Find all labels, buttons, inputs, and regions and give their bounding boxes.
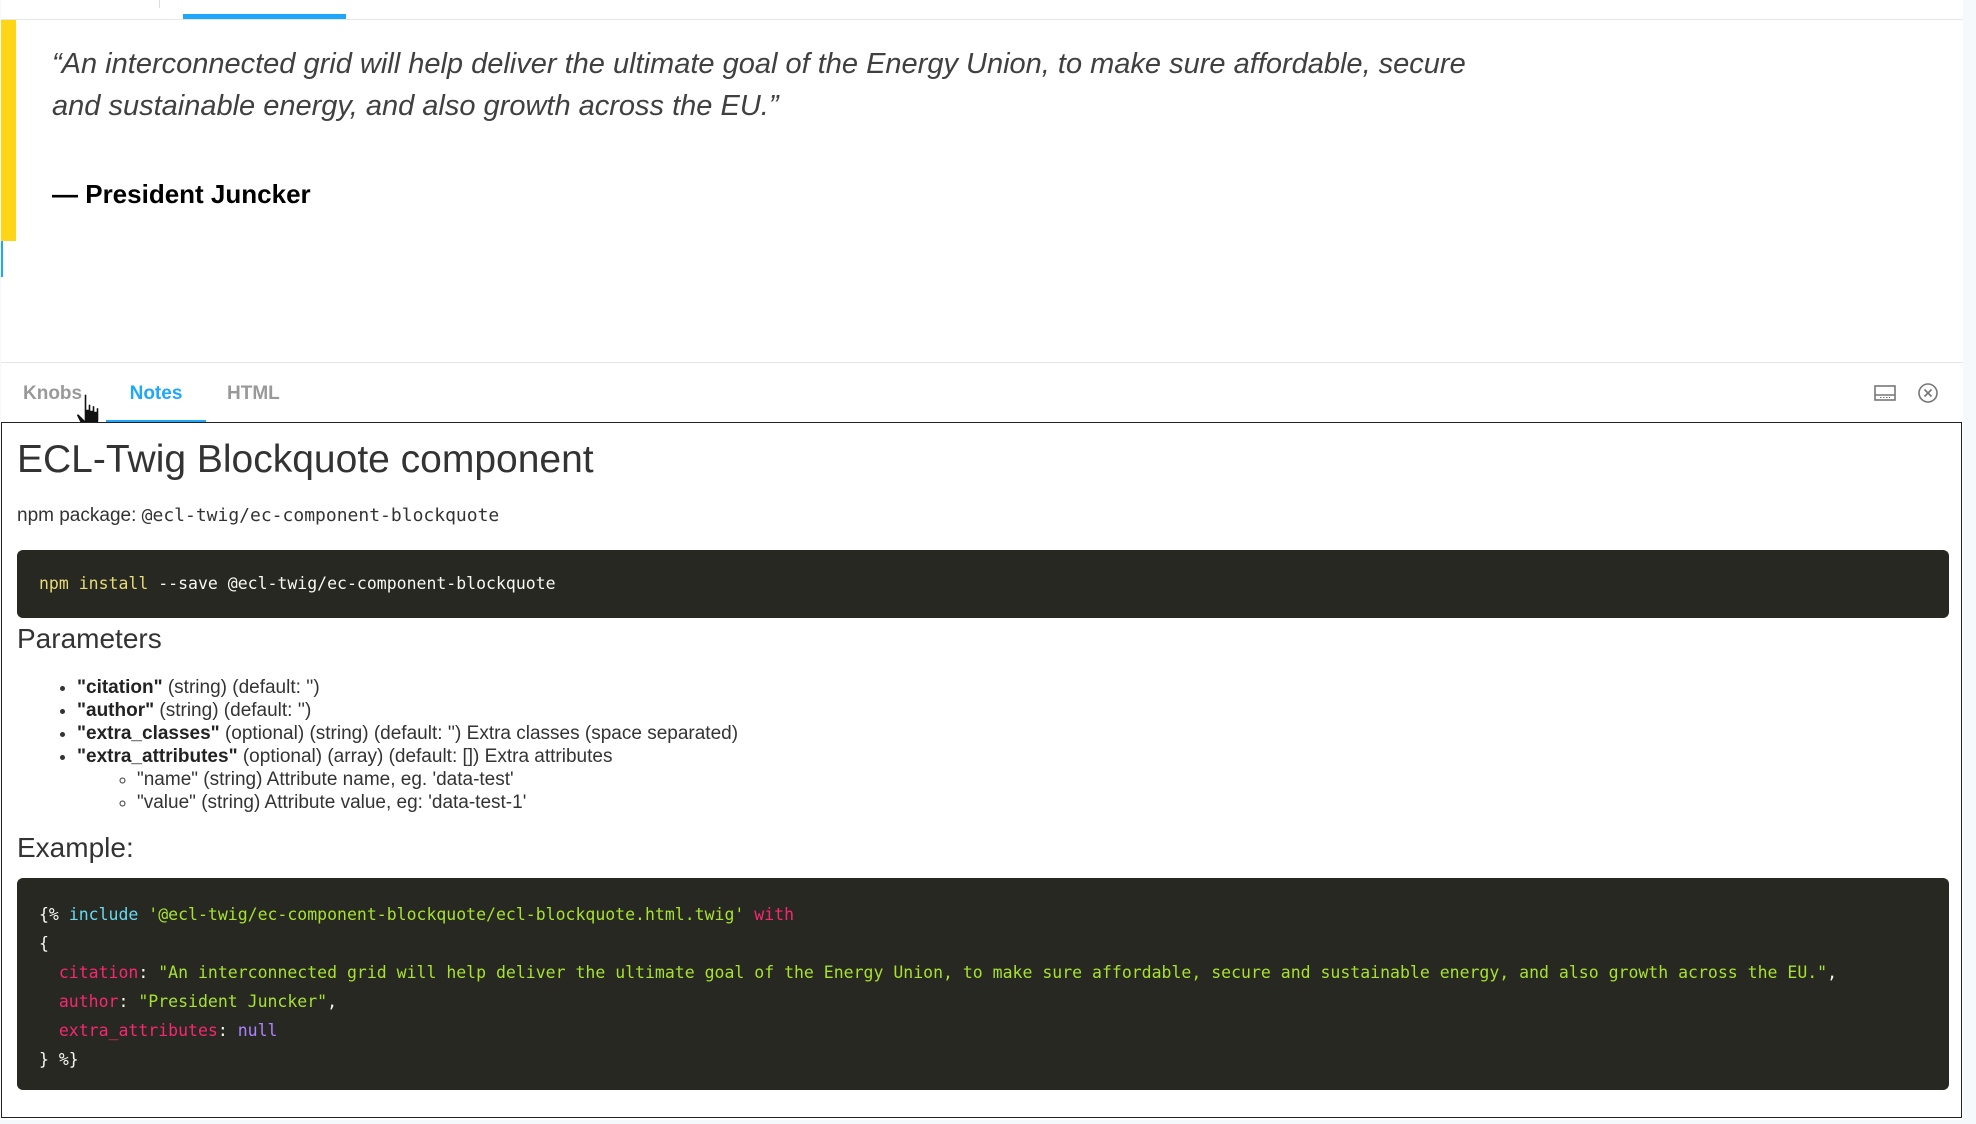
- notes-panel: ECL-Twig Blockquote component npm packag…: [1, 422, 1962, 1118]
- sub-list-item: "name" (string) Attribute name, eg. 'dat…: [137, 768, 738, 791]
- code-token-string: "President Juncker": [138, 992, 328, 1011]
- sub-list-item: "value" (string) Attribute value, eg: 'd…: [137, 791, 738, 814]
- code-token-include: include: [68, 905, 139, 924]
- blockquote-citation: “An interconnected grid will help delive…: [52, 48, 1466, 122]
- tab-notes[interactable]: Notes: [106, 363, 206, 423]
- param-name: "citation": [77, 677, 163, 698]
- code-token-key: author: [58, 992, 119, 1011]
- preview-toolbar: [1, 0, 1963, 20]
- component-preview: “An interconnected grid will help delive…: [1, 20, 1963, 362]
- code-line: } %}: [39, 1050, 79, 1069]
- list-item: "extra_classes" (optional) (string) (def…: [77, 722, 738, 745]
- install-code-block: npm install --save @ecl-twig/ec-componen…: [17, 550, 1949, 618]
- blockquote-accent-bar: [1, 20, 16, 241]
- param-desc: (string) (default: ''): [162, 677, 320, 698]
- code-line: {: [39, 934, 49, 953]
- code-token: {%: [39, 905, 59, 924]
- blockquote-author: — President Juncker: [52, 179, 311, 209]
- npm-package-line: npm package: @ecl-twig/ec-component-bloc…: [17, 505, 499, 527]
- addons-panel-tabs: Knobs Notes HTML: [1, 362, 1963, 430]
- param-name: "author": [77, 700, 155, 721]
- code-token-string: "An interconnected grid will help delive…: [158, 963, 1828, 982]
- sub-parameters-list: "name" (string) Attribute name, eg. 'dat…: [77, 768, 738, 814]
- install-command: npm install --save @ecl-twig/ec-componen…: [39, 574, 1927, 593]
- tab-notes-label: Notes: [129, 383, 183, 404]
- code-token-path: '@ecl-twig/ec-component-blockquote/ecl-b…: [148, 905, 745, 924]
- list-item: "author" (string) (default: ''): [77, 699, 738, 722]
- code-line: citation: "An interconnected grid will h…: [58, 963, 1838, 982]
- npm-package-label: npm package:: [17, 505, 137, 526]
- parameters-list: "citation" (string) (default: '') "autho…: [44, 676, 738, 814]
- code-token-install: install: [78, 574, 149, 593]
- active-story-indicator: [183, 14, 346, 19]
- focus-indicator: [1, 241, 3, 277]
- toolbar-divider: [159, 0, 160, 8]
- close-panel-button[interactable]: [1915, 380, 1941, 406]
- param-desc: (string) (default: ''): [154, 700, 312, 721]
- list-item: "citation" (string) (default: ''): [77, 676, 738, 699]
- code-token-with: with: [754, 905, 795, 924]
- param-name: "extra_attributes": [77, 746, 238, 767]
- window-scrollbar[interactable]: [1963, 0, 1976, 1124]
- param-desc: (optional) (array) (default: []) Extra a…: [237, 746, 613, 767]
- tab-html[interactable]: HTML: [227, 363, 280, 423]
- code-line: extra_attributes: null: [58, 1021, 278, 1040]
- panel-layout-button[interactable]: [1872, 380, 1898, 406]
- code-token-null: null: [237, 1021, 278, 1040]
- code-token-key: extra_attributes: [58, 1021, 218, 1040]
- parameters-heading: Parameters: [17, 623, 162, 654]
- code-line: author: "President Juncker",: [58, 992, 338, 1011]
- param-desc: (optional) (string) (default: '') Extra …: [219, 723, 739, 744]
- notes-title: ECL-Twig Blockquote component: [17, 438, 594, 481]
- list-item: "extra_attributes" (optional) (array) (d…: [77, 745, 738, 814]
- param-name: "extra_classes": [77, 723, 220, 744]
- example-code-block: {% include '@ecl-twig/ec-component-block…: [17, 878, 1949, 1090]
- example-heading: Example:: [17, 832, 134, 863]
- code-token-npm: npm: [39, 574, 69, 593]
- storybook-frame: “An interconnected grid will help delive…: [1, 0, 1963, 1120]
- close-circle-icon: [1918, 383, 1938, 403]
- npm-package-name: @ecl-twig/ec-component-blockquote: [141, 505, 500, 526]
- tab-knobs[interactable]: Knobs: [23, 363, 82, 423]
- code-token-key: citation: [58, 963, 139, 982]
- code-token-args: --save @ecl-twig/ec-component-blockquote: [148, 574, 556, 593]
- code-line: {% include '@ecl-twig/ec-component-block…: [39, 900, 1927, 929]
- panel-layout-icon: [1874, 385, 1896, 401]
